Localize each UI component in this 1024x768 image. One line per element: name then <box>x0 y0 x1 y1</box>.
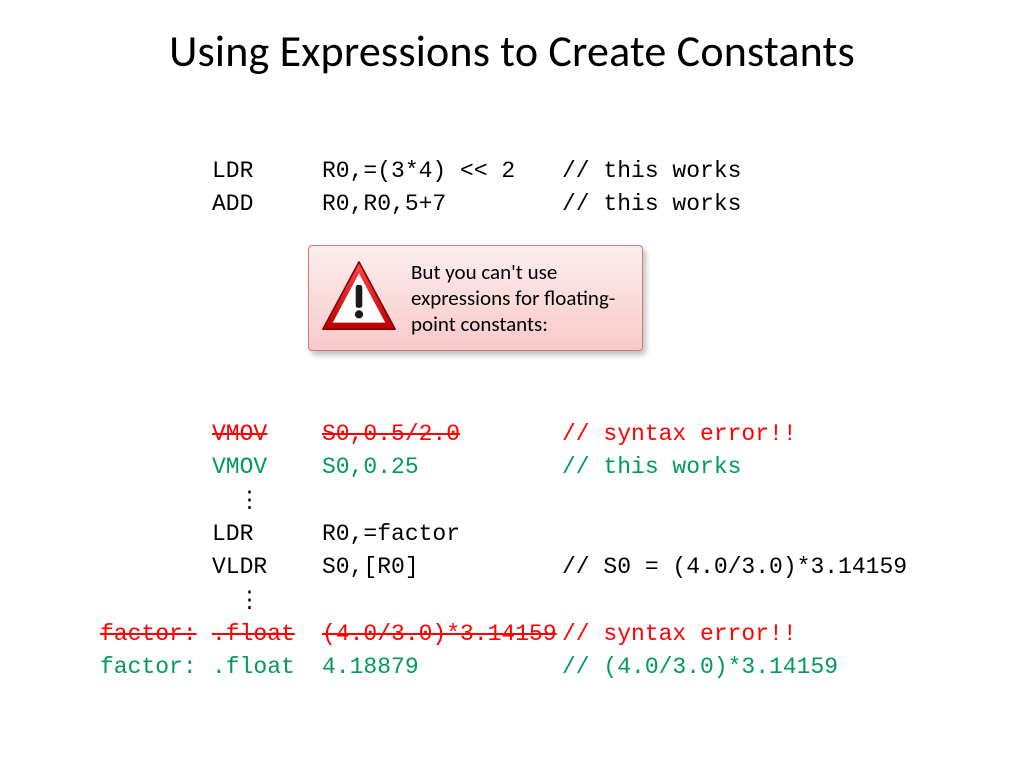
code-line: factor:.float(4.0/3.0)*3.14159// syntax … <box>100 618 980 651</box>
code-arg: 4.18879 <box>322 651 562 684</box>
code-listing-top: LDRR0,=(3*4) << 2// this worksADDR0,R0,5… <box>100 155 980 222</box>
code-arg: R0,=(3*4) << 2 <box>322 155 562 188</box>
code-label: factor: <box>100 651 212 684</box>
code-label: factor: <box>100 618 212 651</box>
code-line: VLDRS0,[R0]// S0 = (4.0/3.0)*3.14159 <box>100 551 980 584</box>
code-comment: // syntax error!! <box>562 418 797 451</box>
code-op: .float <box>212 651 322 684</box>
code-line: LDRR0,=factor <box>100 518 980 551</box>
code-comment: // this works <box>562 451 741 484</box>
code-arg: (4.0/3.0)*3.14159 <box>322 618 562 651</box>
vertical-ellipsis: ⋮ <box>212 585 324 618</box>
code-comment: // S0 = (4.0/3.0)*3.14159 <box>562 551 907 584</box>
code-arg: S0,[R0] <box>322 551 562 584</box>
slide: Using Expressions to Create Constants LD… <box>0 0 1024 768</box>
code-line: VMOVS0,0.5/2.0// syntax error!! <box>100 418 980 451</box>
code-line: ADDR0,R0,5+7// this works <box>100 188 980 221</box>
code-op: VMOV <box>212 451 322 484</box>
warning-triangle-icon <box>315 254 403 342</box>
code-listing-bottom: VMOVS0,0.5/2.0// syntax error!!VMOVS0,0.… <box>100 418 980 685</box>
code-op: .float <box>212 618 322 651</box>
code-op: LDR <box>212 155 322 188</box>
code-op: ADD <box>212 188 322 221</box>
code-line: ⋮ <box>100 485 980 518</box>
code-line: VMOVS0,0.25// this works <box>100 451 980 484</box>
code-comment: // syntax error!! <box>562 618 797 651</box>
code-op: VLDR <box>212 551 322 584</box>
code-line: LDRR0,=(3*4) << 2// this works <box>100 155 980 188</box>
vertical-ellipsis: ⋮ <box>212 485 324 518</box>
code-op: LDR <box>212 518 322 551</box>
code-comment: // this works <box>562 155 741 188</box>
code-arg: S0,0.25 <box>322 451 562 484</box>
code-arg: R0,=factor <box>322 518 562 551</box>
code-arg: R0,R0,5+7 <box>322 188 562 221</box>
code-line: ⋮ <box>100 585 980 618</box>
page-title: Using Expressions to Create Constants <box>0 24 1024 78</box>
code-line: factor:.float4.18879// (4.0/3.0)*3.14159 <box>100 651 980 684</box>
code-op: VMOV <box>212 418 322 451</box>
warning-message: But you can't use expressions for floati… <box>411 259 630 338</box>
code-arg: S0,0.5/2.0 <box>322 418 562 451</box>
code-comment: // this works <box>562 188 741 221</box>
code-comment: // (4.0/3.0)*3.14159 <box>562 651 838 684</box>
warning-callout: But you can't use expressions for floati… <box>308 245 643 351</box>
